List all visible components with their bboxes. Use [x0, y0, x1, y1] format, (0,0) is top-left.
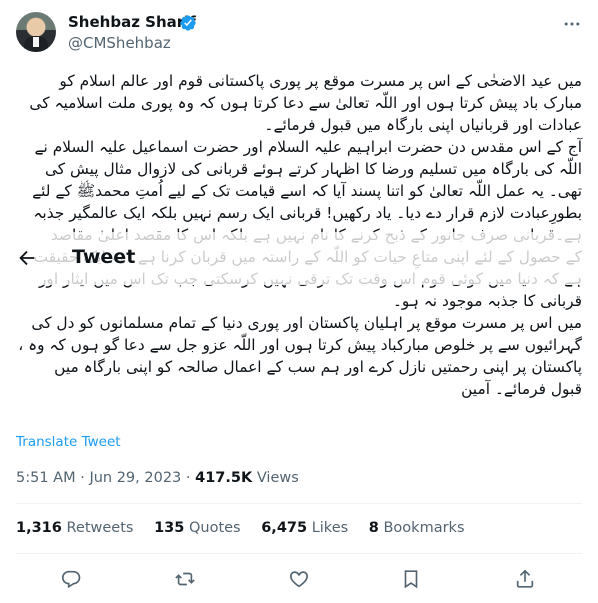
bookmarks-label: Bookmarks — [383, 520, 465, 536]
bookmark-icon[interactable] — [400, 568, 424, 592]
views-count: 417.5K — [195, 470, 253, 486]
retweets-stat[interactable]: 1,316 Retweets — [16, 520, 133, 536]
reply-icon[interactable] — [60, 568, 84, 592]
bookmarks-stat[interactable]: 8 Bookmarks — [369, 520, 465, 536]
header-title: Tweet — [72, 246, 136, 268]
views-label: Views — [256, 470, 299, 486]
back-arrow-icon[interactable] — [16, 247, 38, 269]
likes-stat[interactable]: 6,475 Likes — [261, 520, 348, 536]
tweet-time[interactable]: 5:51 AM — [16, 470, 76, 486]
author-name[interactable]: Shehbaz Sharif — [68, 12, 196, 32]
divider — [16, 503, 582, 504]
author-row: Shehbaz Sharif @CMShehbaz — [16, 12, 582, 56]
likes-label: Likes — [311, 520, 349, 536]
likes-count: 6,475 — [261, 520, 308, 536]
quotes-count: 135 — [154, 520, 185, 536]
action-bar — [16, 568, 582, 592]
more-options-icon[interactable] — [562, 14, 582, 34]
avatar-collar — [33, 37, 39, 47]
tweet-date[interactable]: Jun 29, 2023 — [89, 470, 181, 486]
avatar[interactable] — [16, 12, 56, 52]
tweet-meta: 5:51 AM · Jun 29, 2023 · 417.5K Views — [16, 468, 299, 488]
author-handle[interactable]: @CMShehbaz — [68, 33, 171, 53]
retweets-label: Retweets — [66, 520, 134, 536]
quotes-stat[interactable]: 135 Quotes — [154, 520, 241, 536]
tweet-header-overlay: Tweet — [0, 232, 598, 285]
verified-badge-icon — [179, 14, 197, 32]
retweets-count: 1,316 — [16, 520, 62, 536]
meta-separator: · — [185, 470, 191, 486]
translate-tweet-link[interactable]: Translate Tweet — [16, 434, 121, 450]
like-icon[interactable] — [288, 568, 312, 592]
divider — [16, 553, 582, 554]
meta-separator: · — [80, 470, 85, 486]
retweet-icon[interactable] — [174, 568, 198, 592]
share-icon[interactable] — [514, 568, 538, 592]
tweet-stats: 1,316 Retweets 135 Quotes 6,475 Likes 8 … — [16, 518, 481, 538]
bookmarks-count: 8 — [368, 520, 379, 536]
quotes-label: Quotes — [188, 520, 241, 536]
